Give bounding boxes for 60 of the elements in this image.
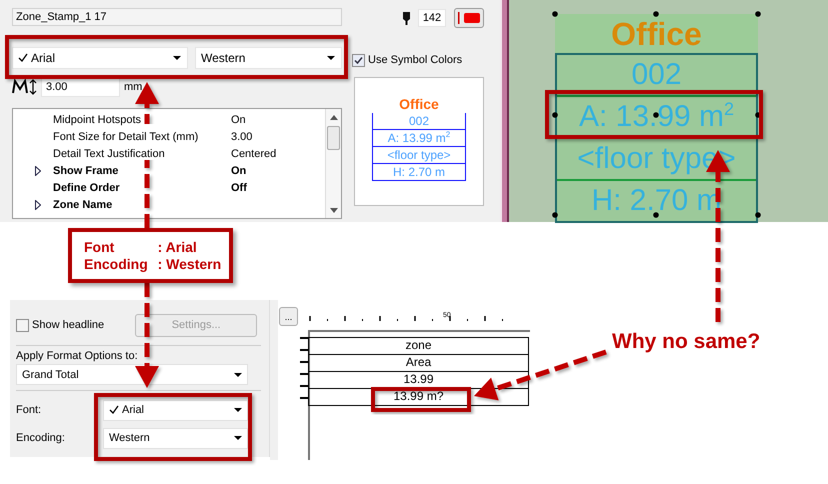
zone-title: Office: [555, 14, 758, 53]
encoding-label: Encoding:: [16, 432, 66, 444]
caret-icon: [234, 408, 242, 412]
expand-arrow-icon[interactable]: [35, 200, 41, 210]
unit-label: mm: [124, 81, 142, 93]
name-field[interactable]: Zone_Stamp_1 17: [12, 8, 342, 26]
annotation-question: Why no same?: [612, 330, 760, 354]
preview-row: 002: [372, 113, 466, 130]
font-dropdown[interactable]: Arial: [103, 400, 248, 420]
encoding-dropdown[interactable]: Western: [195, 47, 342, 69]
color-button[interactable]: [454, 8, 484, 28]
scrollbar[interactable]: [325, 109, 341, 218]
property-value[interactable]: On: [231, 164, 246, 176]
property-label: Detail Text Justification: [53, 148, 166, 160]
preview-title: Office: [399, 96, 439, 113]
expand-arrow-icon[interactable]: [35, 166, 41, 176]
preview-row: <floor type>: [372, 147, 466, 164]
callout-value: : Western: [158, 256, 222, 272]
encoding-dropdown[interactable]: Western: [103, 428, 248, 448]
pen-icon: [403, 12, 410, 24]
caret-icon: [173, 56, 181, 60]
apply-format-label: Apply Format Options to:: [16, 350, 139, 364]
checkbox[interactable]: [16, 318, 29, 332]
text-height-icon: [12, 79, 38, 95]
property-value[interactable]: 3.00: [231, 130, 252, 142]
property-label: Show Frame: [53, 164, 120, 176]
property-label: Define Order: [53, 182, 121, 194]
caret-icon: [327, 56, 335, 60]
checkbox[interactable]: [352, 54, 365, 66]
callout-label: Encoding: [84, 256, 149, 272]
scroll-thumb[interactable]: [327, 126, 340, 150]
selection-handles[interactable]: [551, 10, 762, 220]
table-cell: zone: [309, 338, 528, 355]
preview-row: A: 13.99 m$^{2}$: [372, 130, 466, 147]
scroll-down-icon[interactable]: [330, 208, 338, 213]
scroll-up-icon[interactable]: [330, 115, 338, 120]
property-value[interactable]: Centered: [231, 148, 276, 160]
more-button[interactable]: ...: [279, 307, 298, 326]
stamp-row-text: 002: [630, 57, 683, 93]
font-label: Font:: [16, 404, 42, 416]
font-dropdown[interactable]: Arial: [12, 47, 188, 69]
text-size-field[interactable]: 3.00: [41, 77, 120, 97]
preview-row: H: 2.70 m: [372, 164, 466, 181]
property-label: Zone Name: [53, 198, 114, 210]
apply-format-dropdown[interactable]: Grand Total: [16, 364, 248, 385]
checkbox-label: Show headline: [32, 319, 104, 331]
property-value[interactable]: Off: [231, 182, 247, 194]
stamp-row: A: 13.99 m$^{2}$: [557, 95, 756, 137]
callout-value: : Arial: [158, 238, 198, 256]
caret-icon: [234, 436, 242, 440]
property-label: Font Size for Detail Text (mm): [53, 130, 200, 142]
callout-label: Font: [84, 238, 116, 256]
caret-icon: [234, 372, 242, 376]
checkbox-label: Use Symbol Colors: [368, 54, 462, 66]
check-icon: [18, 53, 28, 63]
property-value[interactable]: On: [231, 114, 246, 126]
property-label: Midpoint Hotspots: [53, 114, 142, 126]
table-cell: Area: [309, 355, 528, 372]
pen-number-field[interactable]: 142: [418, 9, 446, 27]
check-icon: [109, 405, 119, 415]
